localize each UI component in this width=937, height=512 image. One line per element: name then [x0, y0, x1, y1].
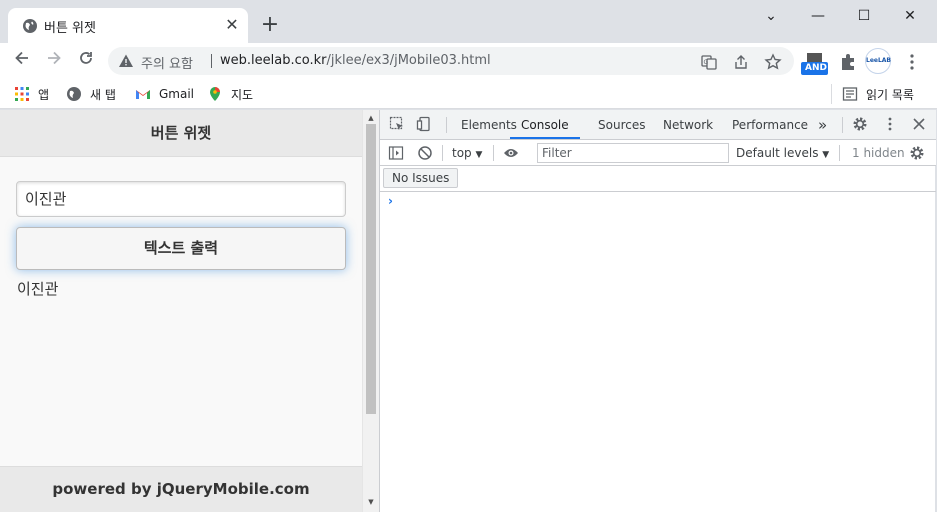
devtools-tab-bar: Elements Console Sources Network Perform…	[380, 110, 936, 140]
console-prompt[interactable]: ›	[388, 194, 393, 208]
forward-arrow-icon	[48, 51, 61, 65]
console-toolbar: top ▼ Filter Default levels ▼ 1 hidden	[380, 140, 936, 166]
page-viewport: 버튼 위젯 이진관 텍스트 출력 이진관 powered by jQueryMo…	[0, 110, 362, 512]
scroll-down-arrow-icon[interactable]: ▼	[366, 497, 376, 507]
tab-network[interactable]: Network	[663, 110, 713, 139]
browser-toolbar: 주의 요함 web.leelab.co.kr/jklee/ex3/jMobile…	[0, 43, 937, 79]
output-text: 이진관	[17, 280, 59, 298]
devtools-divider	[442, 145, 443, 161]
bookmark-label: Gmail	[159, 87, 195, 101]
maximize-button[interactable]: ☐	[841, 5, 887, 27]
tab-elements[interactable]: Elements	[461, 110, 517, 139]
back-button[interactable]	[10, 49, 34, 73]
tab-performance[interactable]: Performance	[732, 110, 808, 139]
devtools-divider	[839, 145, 840, 161]
share-icon[interactable]	[732, 53, 750, 71]
log-levels-dropdown[interactable]: Default levels ▼	[736, 146, 829, 160]
and-extension-label: AND	[805, 63, 827, 73]
bookmark-star-icon[interactable]	[764, 53, 782, 71]
no-issues-button[interactable]: No Issues	[383, 168, 459, 188]
omnibox-divider	[211, 54, 212, 68]
dropdown-arrow-icon: ▼	[475, 150, 483, 160]
more-tabs-icon[interactable]: »	[818, 110, 827, 139]
page-scrollbar[interactable]: ▲ ▼	[362, 110, 379, 512]
page-footer: powered by jQueryMobile.com	[0, 466, 362, 512]
translate-icon[interactable]: G	[700, 53, 718, 71]
eye-icon[interactable]	[503, 145, 519, 161]
reload-button[interactable]	[74, 49, 98, 73]
profile-avatar[interactable]: LeeLAB	[865, 48, 891, 74]
tab-sources[interactable]: Sources	[598, 110, 645, 139]
browser-window: 버튼 위젯 ✕ + ⌄ — ☐ ✕ 주의 요함 web.leelab.co.kr…	[0, 0, 937, 512]
extensions-puzzle-icon[interactable]	[838, 52, 858, 72]
tab-close-icon[interactable]: ✕	[222, 15, 242, 35]
bookmark-maps[interactable]: 지도	[207, 84, 253, 104]
bookmark-new-tab[interactable]: 새 탭	[66, 84, 116, 104]
title-bar: 버튼 위젯 ✕ + ⌄ — ☐ ✕	[0, 0, 937, 43]
text-input[interactable]: 이진관	[16, 181, 346, 217]
inspect-element-icon[interactable]	[389, 116, 405, 132]
show-sidebar-icon[interactable]	[388, 145, 404, 161]
maps-pin-icon	[210, 87, 220, 101]
bookmark-label: 지도	[231, 87, 254, 102]
close-window-button[interactable]: ✕	[887, 5, 933, 27]
devtools-divider	[493, 145, 494, 161]
gmail-icon	[136, 90, 150, 99]
bookmarks-divider	[831, 84, 832, 104]
close-devtools-icon[interactable]	[911, 116, 927, 132]
console-settings-gear-icon[interactable]	[909, 145, 925, 161]
settings-gear-icon[interactable]	[852, 116, 868, 132]
devtools-menu-icon[interactable]	[882, 116, 898, 132]
reading-list-icon	[842, 87, 858, 101]
context-selector[interactable]: top ▼	[452, 146, 482, 160]
scrollbar-thumb[interactable]	[366, 124, 376, 414]
tab-console[interactable]: Console	[510, 110, 580, 139]
clear-console-icon[interactable]	[417, 145, 433, 161]
tab-title: 버튼 위젯	[44, 21, 96, 36]
hidden-count: 1 hidden	[852, 146, 905, 160]
reading-list-button[interactable]: 읽기 목록	[842, 84, 914, 104]
devtools-divider	[446, 117, 447, 133]
menu-kebab-icon[interactable]	[902, 52, 922, 72]
forward-button[interactable]	[42, 49, 66, 73]
bookmark-label: 앱	[38, 87, 50, 102]
reload-icon	[80, 52, 92, 64]
bookmark-apps[interactable]: 앱	[14, 84, 49, 104]
minimize-button[interactable]: —	[795, 5, 841, 27]
bookmark-label: 새 탭	[90, 87, 116, 102]
new-tab-button[interactable]: +	[258, 14, 282, 38]
url-path: /jklee/ex3/jMobile03.html	[326, 53, 491, 68]
url-text[interactable]: web.leelab.co.kr/jklee/ex3/jMobile03.htm…	[220, 53, 491, 68]
bookmark-gmail[interactable]: Gmail	[135, 84, 194, 104]
dropdown-arrow-icon: ▼	[822, 150, 830, 160]
globe-icon	[67, 87, 81, 101]
url-host: web.leelab.co.kr	[220, 53, 327, 68]
browser-tab[interactable]: 버튼 위젯 ✕	[8, 8, 248, 43]
scroll-up-arrow-icon[interactable]: ▲	[366, 113, 376, 123]
print-text-button[interactable]: 텍스트 출력	[16, 227, 346, 270]
globe-icon	[23, 19, 37, 33]
log-levels-label: Default levels	[736, 146, 819, 160]
devtools-divider	[842, 117, 843, 133]
warning-icon[interactable]	[118, 53, 134, 69]
page-header-title: 버튼 위젯	[0, 110, 362, 157]
svg-text:G: G	[704, 59, 709, 66]
bookmarks-bar: 앱 새 탭 Gmail 지도 읽기 목록	[0, 79, 937, 109]
issues-bar: No Issues	[380, 166, 936, 192]
console-filter-input[interactable]: Filter	[537, 143, 729, 163]
back-arrow-icon	[15, 51, 28, 65]
devtools-panel: Elements Console Sources Network Perform…	[379, 110, 936, 512]
address-bar[interactable]: 주의 요함 web.leelab.co.kr/jklee/ex3/jMobile…	[108, 47, 794, 75]
security-label[interactable]: 주의 요함	[141, 53, 193, 72]
context-label: top	[452, 146, 472, 160]
apps-grid-icon	[15, 87, 29, 101]
device-toolbar-icon[interactable]	[416, 116, 432, 132]
reading-list-label: 읽기 목록	[866, 87, 914, 102]
tab-search-icon[interactable]: ⌄	[748, 5, 794, 27]
